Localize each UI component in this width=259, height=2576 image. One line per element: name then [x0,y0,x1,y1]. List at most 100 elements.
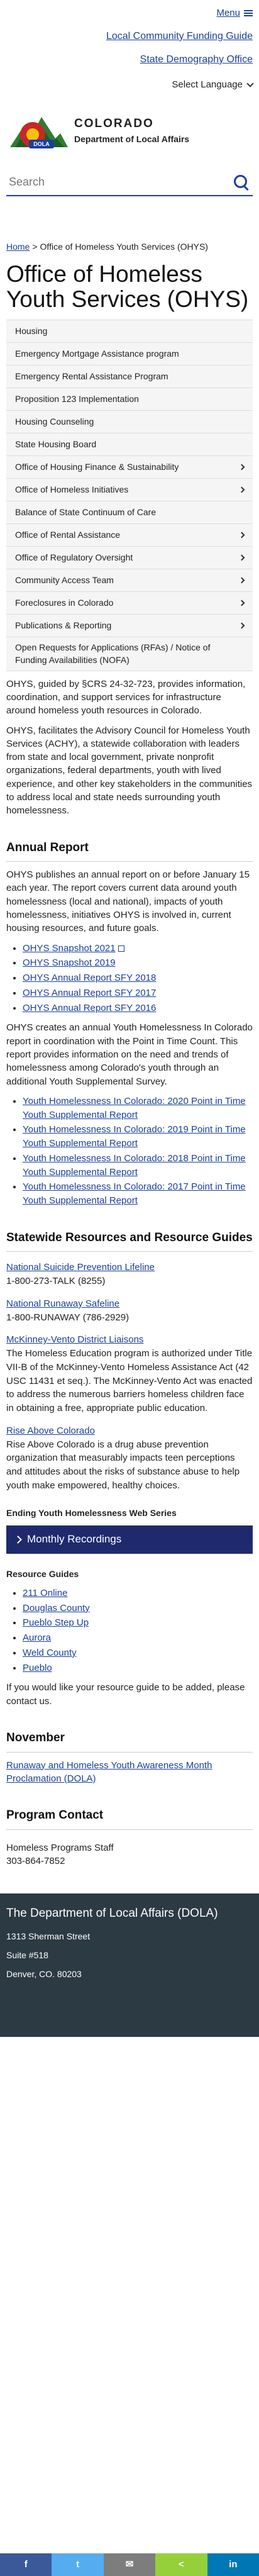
section-nav: Housing Emergency Mortgage Assistance pr… [6,320,253,671]
nav-item-regulatory-oversight[interactable]: Office of Regulatory Oversight [6,547,253,570]
resource-guides-heading: Resource Guides [6,1568,79,1579]
language-select[interactable]: Select Language [6,78,254,92]
chevron-right-icon [238,599,245,606]
page-title: Office of Homeless Youth Services (OHYS) [6,261,249,313]
chevron-right-icon [238,464,245,471]
nav-item-rental-assistance[interactable]: Office of Rental Assistance [6,524,253,547]
intro-paragraph-1: OHYS, guided by §CRS 24-32-723, provides… [6,678,246,716]
annual-report-paragraph: OHYS publishes an annual report on or be… [6,869,250,934]
contact-name: Homeless Programs Staff [6,1842,114,1853]
nav-item-emergency-rental[interactable]: Emergency Rental Assistance Program [6,365,253,389]
nav-item-open-requests[interactable]: Open Requests for Applications (RFAs) / … [6,637,253,671]
chevron-right-icon [238,554,245,561]
colorado-logo-icon: DOLA [10,116,68,148]
logo-line2: Department of Local Affairs [74,133,190,144]
report-link[interactable]: OHYS Annual Report SFY 2017 [23,988,156,998]
breadcrumb-home[interactable]: Home [6,242,30,252]
chevron-right-icon [238,622,245,629]
guide-link[interactable]: Pueblo Step Up [23,1617,89,1628]
nav-item-label: Office of Homeless Initiatives [15,484,129,495]
guide-link[interactable]: Douglas County [23,1603,90,1614]
resource-link[interactable]: McKinney-Vento District Liaisons [6,1334,143,1345]
nav-item-label: Office of Housing Finance & Sustainabili… [15,462,179,472]
chevron-right-icon [238,532,245,538]
nav-item-housing-counseling[interactable]: Housing Counseling [6,411,253,434]
list-item: OHYS Annual Report SFY 2017 [23,986,253,1000]
external-link-icon [118,945,124,952]
resource-item: National Suicide Prevention Lifeline 1-8… [6,1261,253,1288]
search-icon[interactable] [233,174,250,191]
monthly-recordings-accordion[interactable]: Monthly Recordings [6,1525,253,1554]
footer-address1: 1313 Sherman Street [6,1931,91,1941]
list-item: Youth Homelessness In Colorado: 2018 Poi… [23,1152,253,1179]
logo-line1: COLORADO [74,116,154,130]
search-bar [6,170,253,196]
report-link[interactable]: OHYS Annual Report SFY 2016 [23,1003,156,1013]
list-item: 211 Online [23,1586,253,1600]
proclamation-link[interactable]: Runaway and Homeless Youth Awareness Mon… [6,1760,212,1784]
resource-link[interactable]: Rise Above Colorado [6,1425,95,1436]
pit-report-link[interactable]: Youth Homelessness In Colorado: 2019 Poi… [23,1124,246,1149]
report-link[interactable]: OHYS Annual Report SFY 2018 [23,973,156,983]
nav-item-label: Publications & Reporting [15,620,112,631]
resource-link[interactable]: National Suicide Prevention Lifeline [6,1262,155,1273]
search-input[interactable] [9,176,233,189]
resource-text: 1-800-RUNAWAY (786-2929) [6,1312,130,1323]
nav-item-prop-123[interactable]: Proposition 123 Implementation [6,388,253,411]
nav-item-publications[interactable]: Publications & Reporting [6,615,253,638]
nav-item-label: Office of Rental Assistance [15,530,121,540]
nav-item-label: Housing [15,326,48,337]
state-demography-link[interactable]: State Demography Office [6,52,253,67]
pit-report-link[interactable]: Youth Homelessness In Colorado: 2020 Poi… [23,1096,246,1120]
breadcrumb-separator: > [32,241,38,252]
chevron-right-icon [238,577,245,584]
main-content: OHYS, guided by §CRS 24-32-723, provides… [0,677,259,1868]
nav-item-label: Office of Regulatory Oversight [15,552,133,563]
facebook-icon[interactable]: f [0,2553,52,2576]
email-icon[interactable]: ✉ [103,2553,156,2576]
twitter-icon[interactable]: t [52,2553,104,2576]
report-link[interactable]: OHYS Snapshot 2019 [23,957,116,968]
list-item: OHYS Snapshot 2021 [23,942,253,956]
program-contact-heading: Program Contact [6,1807,253,1830]
list-item: Pueblo Step Up [23,1616,253,1630]
nav-item-label: Emergency Rental Assistance Program [15,371,168,382]
site-footer: The Department of Local Affairs (DOLA) 1… [0,1893,259,2038]
nav-item-label: State Housing Board [15,439,97,450]
breadcrumb-current: Office of Homeless Youth Services (OHYS) [40,241,208,252]
list-item: OHYS Snapshot 2019 [23,956,253,970]
guide-link[interactable]: 211 Online [23,1588,67,1598]
list-item: Weld County [23,1646,253,1660]
site-logo[interactable]: DOLA COLORADO Department of Local Affair… [0,92,259,159]
linkedin-icon[interactable]: in [207,2553,259,2576]
nav-item-housing[interactable]: Housing [6,320,253,343]
pit-report-link[interactable]: Youth Homelessness In Colorado: 2017 Poi… [23,1181,246,1206]
nav-item-state-housing-board[interactable]: State Housing Board [6,433,253,457]
nav-item-homeless-initiatives[interactable]: Office of Homeless Initiatives [6,479,253,502]
annual-report-links: OHYS Snapshot 2021 OHYS Snapshot 2019 OH… [23,942,253,1015]
list-item: OHYS Annual Report SFY 2018 [23,971,253,985]
pit-report-link[interactable]: Youth Homelessness In Colorado: 2018 Poi… [23,1153,246,1178]
logo-badge: DOLA [33,141,50,147]
guide-link[interactable]: Pueblo [23,1663,52,1673]
resource-item: National Runaway Safeline 1-800-RUNAWAY … [6,1297,253,1325]
guide-link[interactable]: Weld County [23,1648,77,1658]
local-funding-guide-link[interactable]: Local Community Funding Guide [6,29,253,43]
nav-item-foreclosures[interactable]: Foreclosures in Colorado [6,592,253,615]
nav-item-emergency-mortgage[interactable]: Emergency Mortgage Assistance program [6,343,253,366]
resource-text: 1-800-273-TALK (8255) [6,1276,106,1287]
nav-item-label: Emergency Mortgage Assistance program [15,348,179,359]
pit-report-links: Youth Homelessness In Colorado: 2020 Poi… [23,1095,253,1208]
menu-button[interactable]: Menu [216,6,253,20]
list-item: OHYS Annual Report SFY 2016 [23,1001,253,1015]
nav-item-housing-finance[interactable]: Office of Housing Finance & Sustainabili… [6,456,253,479]
nav-item-community-access[interactable]: Community Access Team [6,569,253,593]
nav-item-balance-of-state[interactable]: Balance of State Continuum of Care [6,501,253,525]
report-link[interactable]: OHYS Snapshot 2021 [23,943,116,954]
share-icon[interactable]: < [155,2553,207,2576]
chevron-right-icon [238,486,245,493]
resource-item: McKinney-Vento District Liaisons The Hom… [6,1333,253,1415]
resource-link[interactable]: National Runaway Safeline [6,1298,119,1309]
contact-phone: 303-864-7852 [6,1856,65,1867]
guide-link[interactable]: Aurora [23,1632,51,1643]
